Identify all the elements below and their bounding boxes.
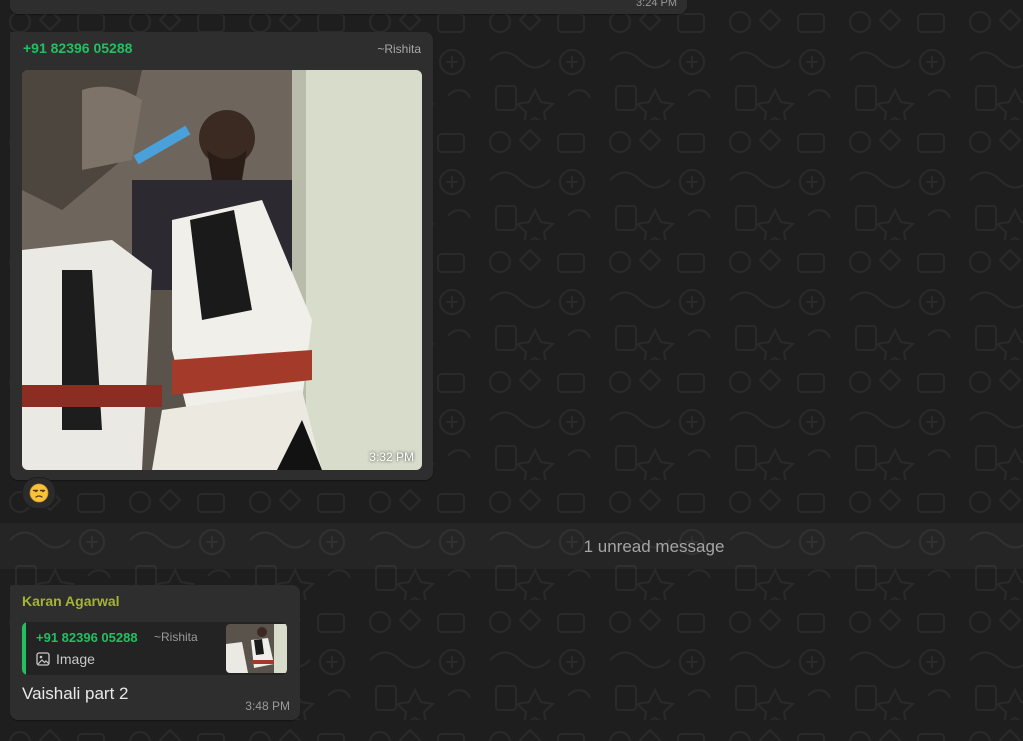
image-icon xyxy=(36,652,50,666)
message-photo[interactable]: 3:32 PM xyxy=(22,70,422,470)
quote-accent-bar xyxy=(22,622,26,675)
unread-divider-text: 1 unread message xyxy=(583,537,725,556)
sender-phone[interactable]: +91 82396 05288 xyxy=(23,40,132,56)
quoted-media-label: Image xyxy=(56,651,95,667)
sender-name[interactable]: Karan Agarwal xyxy=(22,593,120,609)
message-time: 3:24 PM xyxy=(636,0,677,9)
message-time: 3:48 PM xyxy=(245,699,290,713)
reply-message-bubble[interactable]: Karan Agarwal +91 82396 05288 ~Rishita I… xyxy=(10,585,300,720)
quoted-sender-phone: +91 82396 05288 xyxy=(36,630,138,645)
reaction-badge[interactable]: 😒 xyxy=(22,477,56,509)
unread-divider: 1 unread message xyxy=(0,523,1023,569)
quoted-media-type: Image xyxy=(36,651,95,667)
message-text: Vaishali part 2 xyxy=(22,684,129,703)
previous-message-bubble[interactable]: 3:24 PM xyxy=(10,0,687,14)
photo-image xyxy=(22,70,422,470)
unamused-face-icon xyxy=(29,483,49,503)
chat-area[interactable]: 3:24 PM +91 82396 05288 ~Rishita 3:32 PM… xyxy=(0,0,1023,741)
quoted-sender-alias: ~Rishita xyxy=(154,630,198,644)
image-message-bubble[interactable]: +91 82396 05288 ~Rishita 3:32 PM xyxy=(10,32,433,480)
quoted-thumbnail xyxy=(226,624,287,673)
sender-alias: ~Rishita xyxy=(377,42,421,56)
photo-time: 3:32 PM xyxy=(369,450,414,464)
quoted-message[interactable]: +91 82396 05288 ~Rishita Image xyxy=(22,622,287,675)
